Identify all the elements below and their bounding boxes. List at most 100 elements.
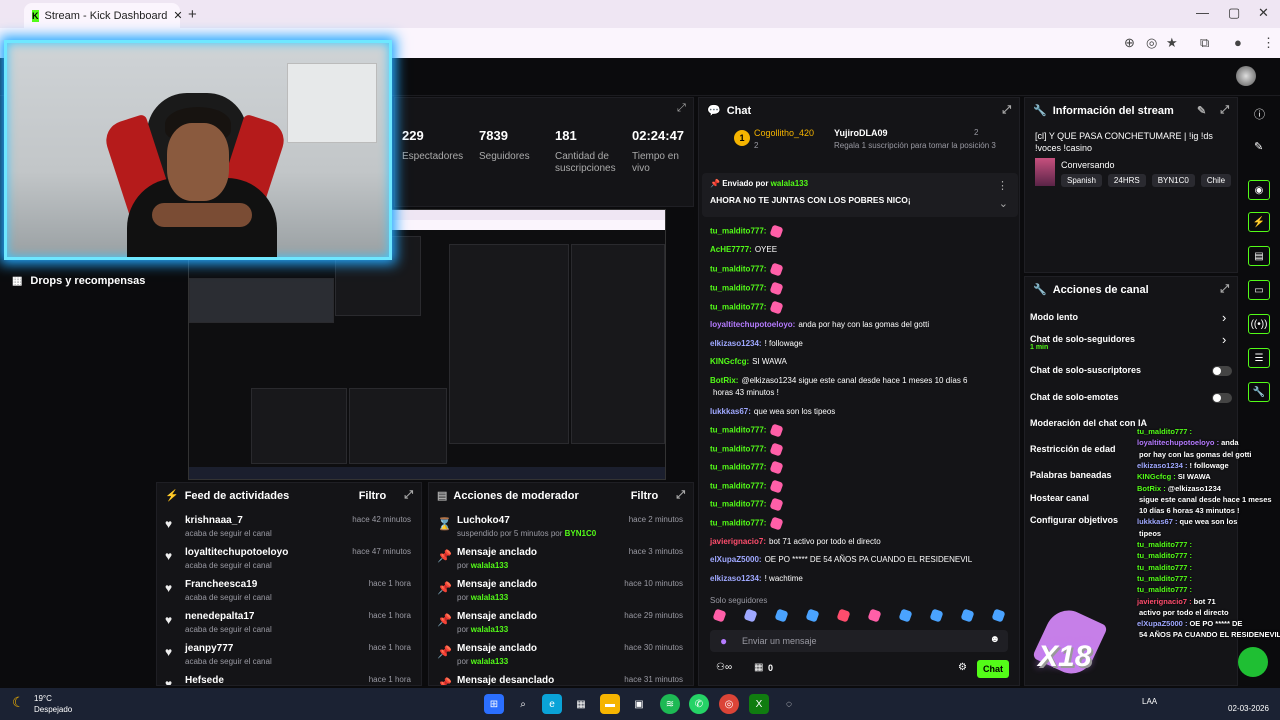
sidebar-item-drops[interactable]: ▦ Drops y recompensas xyxy=(12,274,145,288)
chat-username[interactable]: KINGcfcg: xyxy=(710,357,749,366)
emoji-icon[interactable]: ☻ xyxy=(989,634,1000,645)
top-gifter-1[interactable]: Cogollitho_420 xyxy=(754,128,814,138)
channel-action-item[interactable]: Configurar objetivos xyxy=(1030,515,1118,525)
close-window-button[interactable]: ✕ xyxy=(1258,5,1269,21)
edge-icon[interactable]: e xyxy=(542,694,562,714)
more-icon[interactable]: ⋮ xyxy=(997,179,1008,192)
edit-icon[interactable]: ✎ xyxy=(1254,140,1263,153)
chat-icon[interactable]: ▭ xyxy=(1248,280,1270,300)
list-icon[interactable]: ☰ xyxy=(1248,348,1270,368)
chat-username[interactable]: tu_maldito777: xyxy=(710,500,766,509)
store-icon[interactable]: ▦ xyxy=(571,694,591,714)
filter-button[interactable]: Filtro xyxy=(359,490,387,502)
settings-icon[interactable]: ⚙ xyxy=(958,662,967,673)
chrome-icon[interactable]: ◎ xyxy=(719,694,739,714)
chevron-down-icon[interactable]: ⌄ xyxy=(999,197,1008,210)
filter-button[interactable]: Filtro xyxy=(631,490,659,502)
overlay-username: elkizaso1234 : xyxy=(1137,460,1188,470)
profile-icon[interactable]: ● xyxy=(1234,35,1242,50)
spotify-icon[interactable]: ≋ xyxy=(660,694,680,714)
chat-username[interactable]: loyaltitechupotoeloyo: xyxy=(710,320,795,329)
stat-followers: 7839 Seguidores xyxy=(479,128,530,162)
tag[interactable]: Spanish xyxy=(1061,174,1102,187)
channel-action-item[interactable]: Palabras baneadas xyxy=(1030,470,1112,480)
chat-username[interactable]: javierignacio7: xyxy=(710,537,766,546)
new-tab-button[interactable]: + xyxy=(188,6,197,23)
pinned-message[interactable]: 📌 Enviado por walala133 AHORA NO TE JUNT… xyxy=(702,173,1018,217)
expand-icon[interactable]: ⤢ xyxy=(676,489,685,502)
info-icon[interactable]: ⓘ xyxy=(1254,106,1265,122)
chat-username[interactable]: tu_maldito777: xyxy=(710,519,766,528)
chat-text: ! wachtime xyxy=(764,574,803,583)
extensions-icon[interactable]: ⧉ xyxy=(1200,35,1209,51)
app-icon[interactable]: ◌ xyxy=(779,694,799,714)
expand-icon[interactable]: ⤢ xyxy=(1002,104,1011,117)
document-icon[interactable]: ▤ xyxy=(1248,246,1270,266)
chat-username[interactable]: elXupaZ5000: xyxy=(710,555,762,564)
chevron-right-icon[interactable]: › xyxy=(1222,310,1226,325)
search-icon[interactable]: ⌕ xyxy=(513,694,533,714)
top-gifter-2[interactable]: YujiroDLA09 xyxy=(834,128,888,138)
chat-username[interactable]: tu_maldito777: xyxy=(710,227,766,236)
star-icon[interactable]: ★ xyxy=(1166,35,1178,51)
send-chat-button[interactable]: Chat xyxy=(977,660,1009,678)
chat-username[interactable]: BotRix: xyxy=(710,376,738,385)
emote-bar[interactable] xyxy=(712,608,1012,624)
wrench-icon[interactable]: 🔧 xyxy=(1248,382,1270,402)
chat-username[interactable]: elkizaso1234: xyxy=(710,339,762,348)
chat-username[interactable]: tu_maldito777: xyxy=(710,265,766,274)
whatsapp-icon[interactable]: ✆ xyxy=(689,694,709,714)
user-avatar[interactable] xyxy=(1236,66,1256,86)
maximize-button[interactable]: ▢ xyxy=(1228,5,1240,21)
channel-action-item[interactable]: Chat de solo-emotes xyxy=(1030,392,1119,402)
menu-icon[interactable]: ⋮ xyxy=(1262,35,1275,51)
chat-username[interactable]: tu_maldito777: xyxy=(710,463,766,472)
toggle-switch[interactable] xyxy=(1212,366,1232,376)
gift-icon[interactable]: ▦ xyxy=(754,662,763,673)
overlay-chat-line: sigue este canal desde hace 1 meses xyxy=(1137,495,1272,504)
tag[interactable]: 24HRS xyxy=(1107,174,1146,187)
language-indicator[interactable]: LAA xyxy=(1142,697,1157,706)
chevron-right-icon[interactable]: › xyxy=(1222,332,1226,347)
expand-icon[interactable]: ⤢ xyxy=(1220,283,1229,296)
start-icon[interactable]: ⊞ xyxy=(484,694,504,714)
heart-icon: ♥ xyxy=(165,549,173,563)
channel-action-item[interactable]: Chat de solo-suscriptores xyxy=(1030,365,1141,375)
users-icon[interactable]: ⚇∞ xyxy=(716,662,732,673)
browser-tab[interactable]: K Stream - Kick Dashboard ✕ xyxy=(24,3,183,28)
folder-icon[interactable]: ▬ xyxy=(600,694,620,714)
channel-action-item[interactable]: Restricción de edad xyxy=(1030,444,1116,454)
chat-username[interactable]: tu_maldito777: xyxy=(710,303,766,312)
chat-username[interactable]: tu_maldito777: xyxy=(710,482,766,491)
chat-username[interactable]: tu_maldito777: xyxy=(710,445,766,454)
channel-action-item[interactable]: Modo lento xyxy=(1030,312,1078,322)
chat-username[interactable]: elkizaso1234: xyxy=(710,574,762,583)
overlay-text: tipeos xyxy=(1139,528,1162,538)
camera-icon[interactable]: ◉ xyxy=(1248,180,1270,200)
chat-username[interactable]: lukkkas67: xyxy=(710,407,751,416)
chat-username[interactable]: tu_maldito777: xyxy=(710,426,766,435)
minimize-button[interactable]: — xyxy=(1196,5,1209,20)
chat-username[interactable]: tu_maldito777: xyxy=(710,284,766,293)
chat-username[interactable]: AcHE7777: xyxy=(710,245,752,254)
expand-icon[interactable]: ⤢ xyxy=(1220,104,1229,117)
eye-off-icon[interactable]: ◎ xyxy=(1146,35,1157,51)
expand-icon[interactable]: ⤢ xyxy=(677,102,686,115)
tag[interactable]: Chile xyxy=(1200,174,1232,187)
close-icon[interactable]: ✕ xyxy=(173,9,182,22)
tag[interactable]: BYN1C0 xyxy=(1151,174,1195,187)
channel-action-item[interactable]: Hostear canal xyxy=(1030,493,1089,503)
activity-feed-panel: ⚡ Feed de actividades Filtro ⤢ ♥ krishnaaa… xyxy=(156,482,422,686)
broadcast-icon[interactable]: ((•)) xyxy=(1248,314,1270,334)
bolt-icon[interactable]: ⚡ xyxy=(1248,212,1270,232)
edit-icon[interactable]: ✎ xyxy=(1197,104,1206,117)
green-circle-button[interactable] xyxy=(1238,647,1268,677)
toggle-switch[interactable] xyxy=(1212,393,1232,403)
xbox-icon[interactable]: X xyxy=(749,694,769,714)
chat-input[interactable]: ● Enviar un mensaje ☻ xyxy=(710,630,1008,652)
app-icon[interactable]: ▣ xyxy=(629,694,649,714)
zoom-icon[interactable]: ⊕ xyxy=(1124,35,1135,51)
channel-action-item[interactable]: Moderación del chat con IA xyxy=(1030,418,1147,428)
channel-action-item[interactable]: Chat de solo-seguidores 1 min xyxy=(1030,334,1135,351)
expand-icon[interactable]: ⤢ xyxy=(404,489,413,502)
